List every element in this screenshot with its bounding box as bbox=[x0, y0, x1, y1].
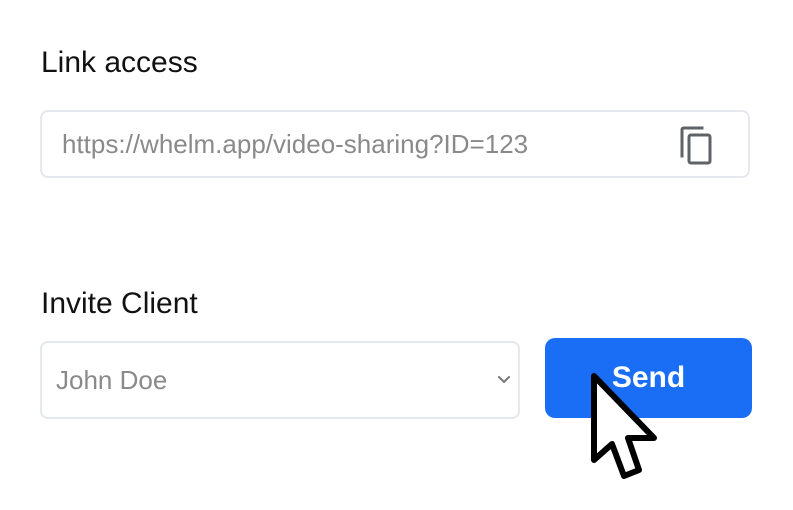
client-select-value: John Doe bbox=[56, 365, 168, 395]
link-field[interactable] bbox=[40, 110, 750, 178]
link-access-label: Link access bbox=[41, 46, 198, 79]
link-url-input[interactable] bbox=[62, 112, 662, 176]
chevron-down-icon bbox=[498, 376, 510, 383]
send-button[interactable]: Send bbox=[545, 338, 752, 418]
client-select[interactable]: John Doe bbox=[40, 341, 520, 419]
invite-client-label: Invite Client bbox=[41, 287, 198, 320]
copy-icon[interactable] bbox=[678, 126, 714, 166]
